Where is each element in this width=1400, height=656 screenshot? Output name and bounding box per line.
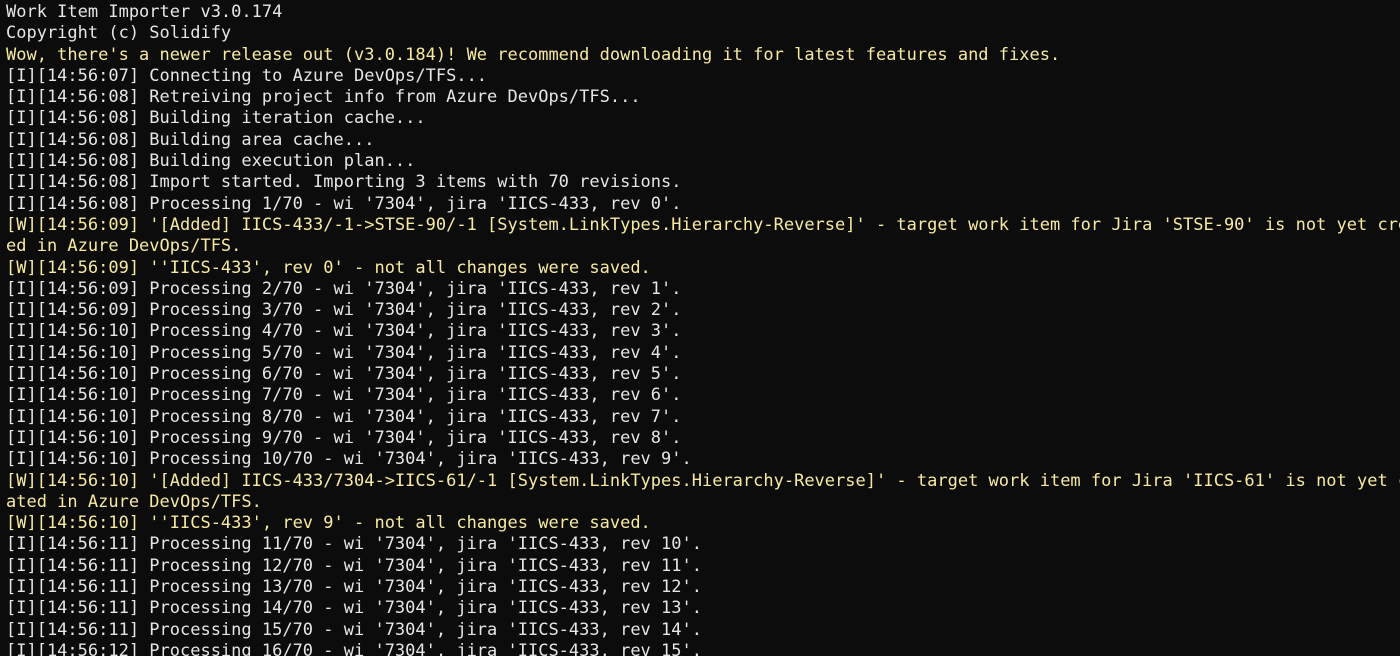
log-line-info: [I][14:56:09] Processing 2/70 - wi '7304…: [6, 278, 682, 299]
log-line-warning: ed in Azure DevOps/TFS.: [6, 236, 242, 257]
log-line-info: [I][14:56:11] Processing 14/70 - wi '730…: [6, 598, 702, 619]
log-line-info: [I][14:56:07] Connecting to Azure DevOps…: [6, 65, 488, 86]
log-line-info: [I][14:56:08] Retreiving project info fr…: [6, 87, 641, 108]
log-line-info: [I][14:56:10] Processing 6/70 - wi '7304…: [6, 364, 682, 385]
log-line-info: [I][14:56:10] Processing 10/70 - wi '730…: [6, 449, 692, 470]
log-line-info: [I][14:56:08] Building area cache...: [6, 129, 375, 150]
log-line-info: [I][14:56:09] Processing 3/70 - wi '7304…: [6, 300, 682, 321]
log-line-info: [I][14:56:08] Building iteration cache..…: [6, 108, 426, 129]
log-line-info: [I][14:56:08] Processing 1/70 - wi '7304…: [6, 193, 682, 214]
log-line-warning: [W][14:56:09] ''IICS-433', rev 0' - not …: [6, 257, 651, 278]
app-title: Work Item Importer v3.0.174: [6, 2, 283, 22]
update-notice: Wow, there's a newer release out (v3.0.1…: [6, 44, 1061, 65]
terminal-window[interactable]: Work Item Importer v3.0.174 Copyright (c…: [0, 0, 1400, 656]
log-line-info: [I][14:56:10] Processing 8/70 - wi '7304…: [6, 406, 682, 427]
log-line-info: [I][14:56:11] Processing 13/70 - wi '730…: [6, 577, 702, 598]
log-line-info: [I][14:56:10] Processing 7/70 - wi '7304…: [6, 385, 682, 406]
log-line-info: [I][14:56:12] Processing 16/70 - wi '730…: [6, 640, 702, 656]
log-line-info: [I][14:56:10] Processing 9/70 - wi '7304…: [6, 427, 682, 448]
log-output: [I][14:56:07] Connecting to Azure DevOps…: [0, 66, 1400, 656]
log-line-warning: [W][14:56:09] '[Added] IICS-433/-1->STSE…: [6, 214, 1400, 235]
log-line-info: [I][14:56:10] Processing 4/70 - wi '7304…: [6, 321, 682, 342]
log-line-warning: [W][14:56:10] ''IICS-433', rev 9' - not …: [6, 513, 651, 534]
log-line-info: [I][14:56:08] Building execution plan...: [6, 151, 416, 172]
log-line-warning: [W][14:56:10] '[Added] IICS-433/7304->II…: [6, 470, 1400, 491]
log-line-info: [I][14:56:10] Processing 5/70 - wi '7304…: [6, 342, 682, 363]
log-line-info: [I][14:56:11] Processing 15/70 - wi '730…: [6, 619, 702, 640]
log-line-warning: ated in Azure DevOps/TFS.: [6, 491, 262, 512]
copyright-line: Copyright (c) Solidify: [6, 23, 232, 44]
log-line-info: [I][14:56:08] Import started. Importing …: [6, 172, 682, 193]
log-line-info: [I][14:56:11] Processing 12/70 - wi '730…: [6, 555, 702, 576]
log-line-info: [I][14:56:11] Processing 11/70 - wi '730…: [6, 534, 702, 555]
